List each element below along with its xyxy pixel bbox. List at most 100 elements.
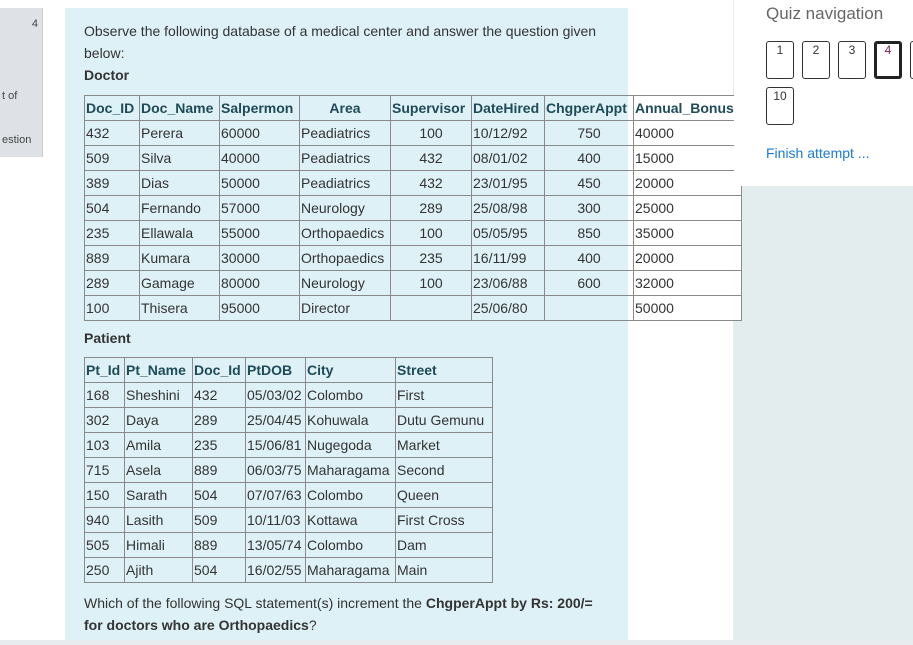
table-cell: 100 bbox=[390, 120, 472, 146]
table-cell: Asela bbox=[124, 457, 193, 483]
flag-question-fragment[interactable]: estion bbox=[2, 134, 38, 146]
table-cell: 05/03/02 bbox=[245, 382, 306, 408]
table-cell: Orthopaedics bbox=[299, 245, 391, 271]
page-bottom-border bbox=[0, 640, 913, 645]
table-cell bbox=[390, 295, 472, 321]
table-cell: 55000 bbox=[219, 220, 300, 246]
table-cell: 08/01/02 bbox=[471, 145, 545, 171]
column-header: ChgperAppt bbox=[544, 95, 634, 121]
table-cell: 40000 bbox=[633, 120, 742, 146]
table-cell: 100 bbox=[390, 270, 472, 296]
quiz-nav-button-3[interactable]: 3 bbox=[838, 41, 866, 79]
table-cell: 504 bbox=[192, 557, 246, 583]
left-drawer-info: 4 t of estion bbox=[0, 8, 43, 157]
table-cell: 35000 bbox=[633, 220, 742, 246]
quiz-nav-button-10[interactable]: 10 bbox=[766, 87, 794, 125]
table-cell: Neurology bbox=[299, 195, 391, 221]
table-cell: 100 bbox=[84, 295, 140, 321]
table-row: 389 Dias 50000 Peadiatrics 432 23/01/95 450 200… bbox=[84, 170, 742, 196]
table-cell: Market bbox=[395, 432, 493, 458]
table-cell: 750 bbox=[544, 120, 634, 146]
table-cell: 07/07/63 bbox=[245, 482, 306, 508]
table-cell: Peadiatrics bbox=[299, 145, 391, 171]
column-header: Doc_Name bbox=[139, 95, 220, 121]
table-cell: 23/01/95 bbox=[471, 170, 545, 196]
table-cell: 25/04/45 bbox=[245, 407, 306, 433]
table-cell: Silva bbox=[139, 145, 220, 171]
table-cell: 300 bbox=[544, 195, 634, 221]
table-row: 100 Thisera 95000 Director 25/06/80 50000 bbox=[84, 295, 742, 321]
table-cell: 80000 bbox=[219, 270, 300, 296]
table-cell: 889 bbox=[192, 532, 246, 558]
table-cell: Lasith bbox=[124, 507, 193, 533]
table-cell: Second bbox=[395, 457, 493, 483]
table-cell: 13/05/74 bbox=[245, 532, 306, 558]
finish-attempt-link[interactable]: Finish attempt ... bbox=[766, 145, 869, 161]
table-cell: Queen bbox=[395, 482, 493, 508]
table-cell: Dias bbox=[139, 170, 220, 196]
table-cell: Main bbox=[395, 557, 493, 583]
table-cell: 389 bbox=[84, 170, 140, 196]
table-row: 250 Ajith 504 16/02/55 Maharagama Main bbox=[84, 557, 493, 583]
prompt-end: ? bbox=[308, 617, 317, 633]
doctor-table-title: Doctor bbox=[84, 67, 130, 83]
table-cell: 40000 bbox=[219, 145, 300, 171]
patient-table: Pt_Id Pt_Name Doc_Id PtDOB City Street 168 Shes… bbox=[84, 357, 493, 583]
table-cell: 15000 bbox=[633, 145, 742, 171]
column-header: Pt_Name bbox=[124, 357, 193, 383]
table-cell: 450 bbox=[544, 170, 634, 196]
table-cell: Gamage bbox=[139, 270, 220, 296]
column-header: Area bbox=[299, 95, 391, 121]
column-header: Annual_Bonus bbox=[633, 95, 742, 121]
table-cell: 25000 bbox=[633, 195, 742, 221]
table-row: 940 Lasith 509 10/11/03 Kottawa First Cross bbox=[84, 507, 493, 533]
table-cell: Dutu Gemunu bbox=[395, 407, 493, 433]
quiz-nav-button-2[interactable]: 2 bbox=[802, 41, 830, 79]
table-cell: 889 bbox=[192, 457, 246, 483]
column-header: Pt_Id bbox=[84, 357, 125, 383]
question-number-fragment: 4 bbox=[31, 18, 38, 30]
table-row: 509 Silva 40000 Peadiatrics 432 08/01/02 400 15… bbox=[84, 145, 742, 171]
table-cell: 432 bbox=[390, 170, 472, 196]
table-cell: Amila bbox=[124, 432, 193, 458]
table-cell: Dam bbox=[395, 532, 493, 558]
table-cell: 100 bbox=[390, 220, 472, 246]
table-cell: 10/11/03 bbox=[245, 507, 306, 533]
table-row: 302 Daya 289 25/04/45 Kohuwala Dutu Gemunu bbox=[84, 407, 493, 433]
table-cell: 150 bbox=[84, 482, 125, 508]
table-cell: Sarath bbox=[124, 482, 193, 508]
table-cell: 504 bbox=[84, 195, 140, 221]
table-cell: 289 bbox=[84, 270, 140, 296]
table-cell: 432 bbox=[192, 382, 246, 408]
table-cell: 30000 bbox=[219, 245, 300, 271]
quiz-nav-button-4-current[interactable]: 4 bbox=[874, 41, 902, 79]
table-cell: 235 bbox=[84, 220, 140, 246]
status-fragment: t of bbox=[2, 90, 18, 102]
table-row: 150 Sarath 504 07/07/63 Colombo Queen bbox=[84, 482, 493, 508]
table-cell: Peadiatrics bbox=[299, 120, 391, 146]
table-row: 103 Amila 235 15/06/81 Nugegoda Market bbox=[84, 432, 493, 458]
table-cell: 509 bbox=[192, 507, 246, 533]
table-cell: 50000 bbox=[219, 170, 300, 196]
quiz-nav-button-1[interactable]: 1 bbox=[766, 41, 794, 79]
table-cell: 289 bbox=[192, 407, 246, 433]
table-cell: First bbox=[395, 382, 493, 408]
table-cell: Perera bbox=[139, 120, 220, 146]
table-row: 889 Kumara 30000 Orthopaedics 235 16/11/99 400… bbox=[84, 245, 742, 271]
table-cell: 95000 bbox=[219, 295, 300, 321]
table-cell: 250 bbox=[84, 557, 125, 583]
table-cell: 235 bbox=[192, 432, 246, 458]
table-header-row: Pt_Id Pt_Name Doc_Id PtDOB City Street bbox=[84, 357, 493, 383]
table-row: 505 Himali 889 13/05/74 Colombo Dam bbox=[84, 532, 493, 558]
table-cell: 16/11/99 bbox=[471, 245, 545, 271]
table-cell: 432 bbox=[390, 145, 472, 171]
table-cell: 504 bbox=[192, 482, 246, 508]
table-cell: Nugegoda bbox=[305, 432, 396, 458]
patient-table-title: Patient bbox=[84, 330, 131, 346]
quiz-navigation-title: Quiz navigation bbox=[766, 4, 884, 23]
table-cell: 715 bbox=[84, 457, 125, 483]
column-header: Street bbox=[395, 357, 493, 383]
column-header: Salpermon bbox=[219, 95, 300, 121]
column-header: PtDOB bbox=[245, 357, 306, 383]
column-header: Supervisor bbox=[390, 95, 472, 121]
